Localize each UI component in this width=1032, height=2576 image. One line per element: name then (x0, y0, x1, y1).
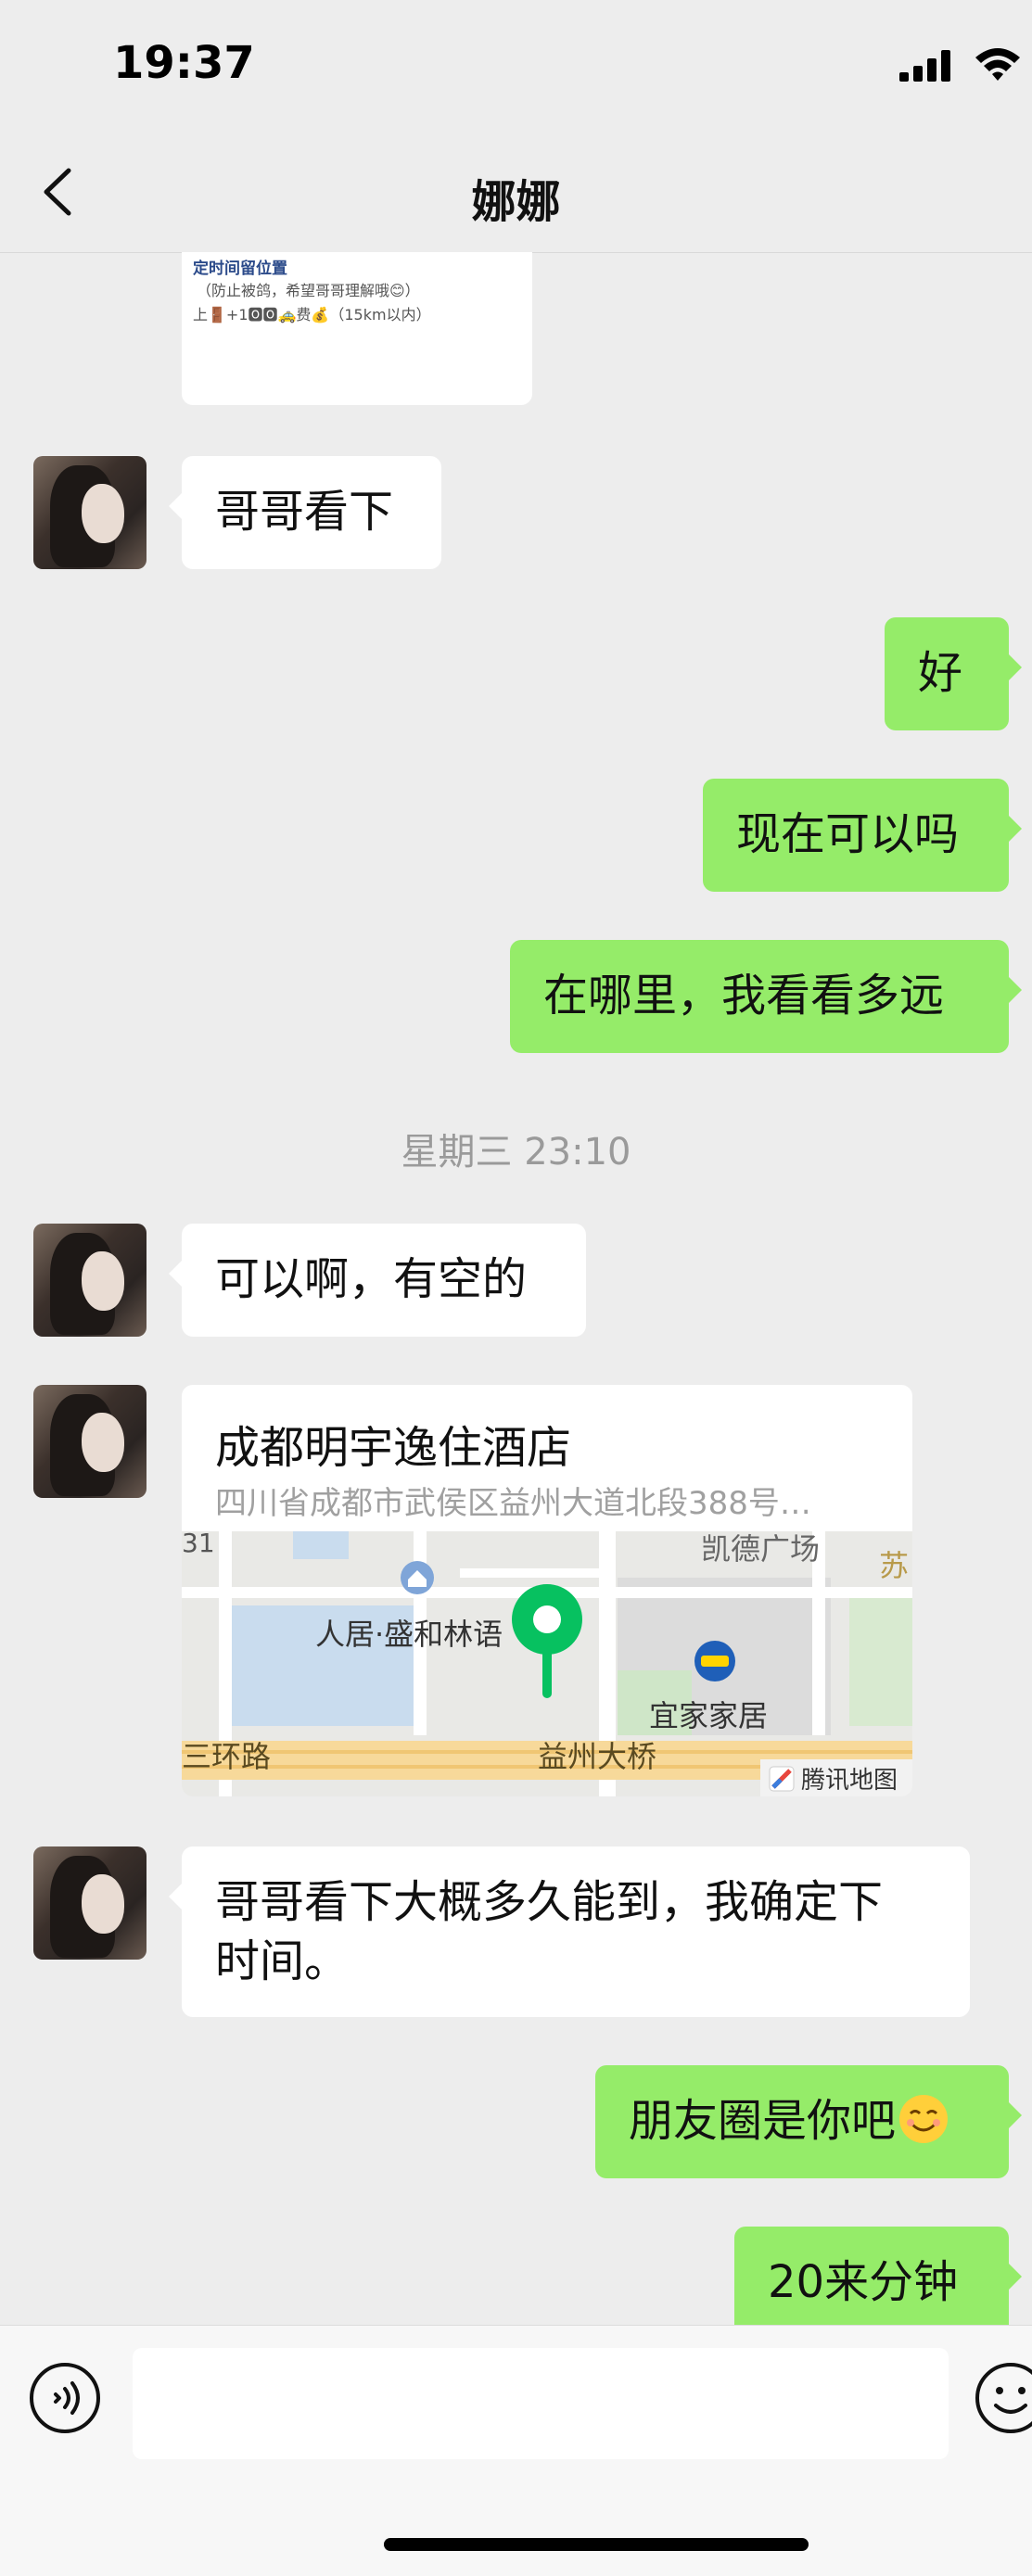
message-line: 时间。 (215, 1935, 350, 1987)
message-bubble[interactable]: 朋友圈是你吧 (595, 2065, 1022, 2178)
avatar[interactable] (33, 456, 147, 569)
map-label: 益州大桥 (538, 1739, 657, 1774)
location-card[interactable]: 成都明宇逸住酒店 四川省成都市武侯区益州大道北段388号… 31 凯德广场 苏 … (182, 1385, 912, 1796)
message-input[interactable] (133, 2348, 949, 2459)
message-bubble[interactable]: 在哪里，我看看多远 (510, 940, 1022, 1053)
message-bubble[interactable]: 哥哥看下大概多久能到，我确定下 时间。 (169, 1846, 970, 2017)
message-bubble[interactable]: 好 (885, 617, 1022, 730)
map-label: 31 (182, 1531, 215, 1558)
wifi-icon (975, 48, 1020, 81)
home-indicator (384, 2538, 809, 2551)
signal-icon (899, 50, 950, 82)
location-address: 四川省成都市武侯区益州大道北段388号… (215, 1485, 811, 1522)
message-bubble[interactable]: 20来分钟 (734, 2227, 1022, 2340)
message-bubble[interactable]: 现在可以吗 (703, 779, 1022, 892)
card-text-line: （防止被鸽，希望哥哥理解哦😊） (197, 282, 420, 299)
map-label: 凯德广场 (701, 1531, 821, 1567)
map-label: 苏 (879, 1548, 910, 1583)
message-line: 哥哥看下大概多久能到，我确定下 (215, 1876, 884, 1928)
message-bubble[interactable]: 哥哥看下 (169, 456, 441, 569)
location-name: 成都明宇逸住酒店 (215, 1422, 572, 1474)
map-label: 人居·盛和林语 (315, 1617, 503, 1652)
card-text-line: 上🚪+1🅾🅾🚕费💰（15km以内） (193, 306, 431, 324)
avatar[interactable] (33, 1385, 147, 1498)
timestamp: 星期三 23:10 (401, 1131, 631, 1174)
avatar[interactable] (33, 1846, 147, 1960)
emoji-icon[interactable] (974, 2361, 1032, 2435)
status-time: 19:37 (113, 37, 255, 89)
map-label: 宜家家居 (649, 1698, 769, 1733)
map-label: 三环路 (182, 1739, 272, 1774)
message-text: 朋友圈是你吧 (629, 2095, 897, 2147)
card-text-line: 定时间留位置 (193, 260, 287, 278)
message-bubble[interactable]: 可以啊，有空的 (169, 1224, 586, 1337)
map-attribution: 腾讯地图 (801, 1767, 898, 1795)
smiling-emoji-icon (899, 2095, 949, 2143)
avatar[interactable] (33, 1224, 147, 1337)
voice-icon[interactable] (28, 2361, 102, 2435)
chat-title: 娜娜 (471, 176, 561, 228)
map-preview[interactable]: 31 凯德广场 苏 人居·盛和林语 宜家家居 三环路 益州大桥 腾讯地图 (182, 1531, 912, 1796)
